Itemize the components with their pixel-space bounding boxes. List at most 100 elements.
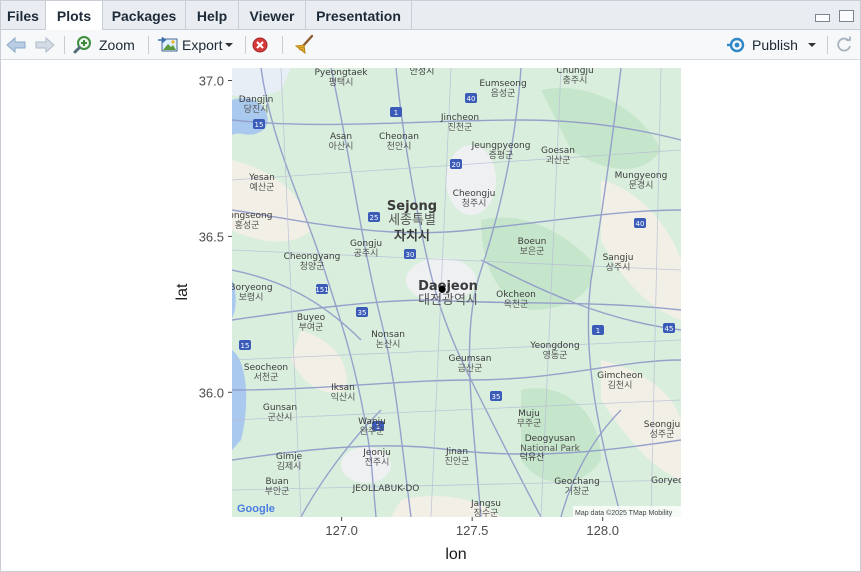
map-place-label: JEOLLABUK-DO (352, 484, 420, 494)
map-place-sublabel: 보령시 (239, 291, 264, 303)
magnifier-icon (73, 35, 91, 53)
pane-tab-bar: Files Plots Packages Help Viewer Present… (1, 1, 860, 30)
map-place-sublabel: 전주시 (365, 457, 390, 468)
road-shield-number: 20 (452, 161, 461, 169)
remove-plot-button[interactable] (252, 30, 268, 59)
road-shield-number: 40 (467, 95, 476, 103)
tab-files[interactable]: Files (1, 1, 46, 29)
tab-help[interactable]: Help (186, 1, 239, 29)
road-shield-number: 151 (315, 286, 328, 294)
map-place-sublabel: 부안군 (265, 486, 290, 497)
y-tick-label: 36.0 (199, 385, 224, 400)
map-place-sublabel: 진안군 (445, 456, 470, 467)
map-tiles: 15140253015135140451520351 Pyeongtaek평택시… (229, 66, 695, 517)
arrow-right-icon (35, 36, 55, 53)
refresh-icon (837, 36, 851, 51)
google-logo: Google (237, 503, 275, 515)
road-shield-number: 25 (370, 214, 379, 222)
map-place-sublabel: 홍성군 (235, 219, 260, 231)
plots-toolbar: Zoom Export Publish (1, 30, 860, 60)
road-shield-number: 15 (241, 342, 250, 350)
tab-viewer[interactable]: Viewer (239, 1, 306, 29)
road-shield-number: 45 (665, 325, 674, 333)
clear-all-plots-button[interactable] (292, 30, 314, 59)
map-place-sublabel: 천안시 (387, 141, 412, 152)
zoom-label: Zoom (99, 36, 135, 53)
tab-plots[interactable]: Plots (46, 1, 103, 30)
road-shield-number: 40 (636, 220, 645, 228)
map-place-label: Boeun (518, 237, 547, 247)
map-place-sublabel: 논산시 (376, 339, 401, 350)
x-axis-label: lon (445, 546, 466, 563)
map-place-sublabel: 옥천군 (504, 299, 529, 310)
map-place-label: Gunsan (263, 403, 297, 413)
map-place-label: 자치시 (394, 228, 430, 244)
map-place-label: Goesan (541, 146, 575, 156)
export-button[interactable]: Export (157, 30, 236, 59)
remove-plot-icon (252, 37, 268, 52)
map-place-label: Jeonju (362, 448, 391, 458)
tab-presentation[interactable]: Presentation (306, 1, 412, 29)
export-label: Export (182, 36, 223, 53)
road-shield-number: 15 (255, 121, 264, 129)
map-place-label: Geumsan (449, 354, 492, 364)
map-place-label: Asan (330, 132, 352, 142)
map-place-label: Dangjin (239, 95, 274, 105)
map-place-label: Daejeon (418, 279, 478, 294)
previous-plot-button[interactable] (5, 30, 27, 59)
map-place-sublabel: 성주군 (650, 429, 675, 440)
map-place-label: Seocheon (244, 363, 288, 373)
map-place-sublabel: 상주시 (606, 262, 631, 273)
map-place-sublabel: 김제시 (277, 460, 302, 472)
map-place-sublabel: 금산군 (458, 363, 483, 374)
map-place-label: Cheonan (379, 132, 419, 142)
tab-packages[interactable]: Packages (103, 1, 186, 29)
map-place-label: Iksan (331, 383, 355, 393)
road-shield-number: 35 (358, 309, 367, 317)
map-place-label: Cheongju (453, 189, 496, 199)
refresh-button[interactable] (835, 30, 853, 59)
map-place-label: Chungju (556, 66, 593, 76)
map-place-label: Gongju (350, 239, 382, 249)
map-place-label: Buyeo (297, 313, 326, 323)
map-place-sublabel: 증평군 (489, 150, 514, 161)
next-plot-button[interactable] (34, 30, 56, 59)
map-place-label: Buan (265, 477, 288, 487)
x-tick-label: 127.0 (325, 523, 358, 538)
map-place-label: Muju (518, 409, 540, 419)
map-place-sublabel: 공주시 (354, 248, 379, 259)
map-place-sublabel: 괴산군 (546, 155, 571, 166)
map-place-sublabel: 세종특별 (388, 213, 436, 228)
map-place-sublabel: 부여군 (299, 321, 324, 333)
road-shield-number: 35 (492, 393, 501, 401)
minimize-pane-button[interactable] (815, 14, 830, 22)
map-place-label: Wanju (358, 417, 386, 427)
publish-button[interactable]: Publish (726, 30, 818, 59)
road-shield-number: 1 (596, 327, 600, 335)
map-place-label: Pyeongtaek (314, 68, 368, 78)
map-place-sublabel: 음성군 (491, 88, 516, 99)
y-tick-label: 37.0 (199, 73, 224, 88)
data-point (438, 285, 446, 293)
map-place-label: Seongju (644, 420, 680, 430)
map-place-label: Cheongyang (284, 252, 341, 262)
map-place-label: Jinan (445, 447, 468, 457)
maximize-pane-button[interactable] (839, 10, 854, 22)
publish-label: Publish (752, 36, 798, 53)
map-place-label: Yeongdong (529, 341, 579, 351)
map-place-label: Sejong (387, 199, 437, 214)
map-place-label: Geochang (554, 477, 600, 487)
map-place-label: 안성시 (410, 66, 435, 77)
map-place-label: Goryeong (651, 476, 695, 486)
map-place-sublabel: 문경시 (629, 179, 654, 191)
map-place-sublabel: 무주군 (517, 418, 542, 429)
data-points (438, 285, 446, 293)
y-axis-label: lat (174, 283, 191, 300)
map-place-label: Boryeong (229, 283, 272, 293)
map-place-sublabel: 대전광역시 (418, 293, 478, 308)
zoom-button[interactable]: Zoom (73, 30, 135, 59)
map-place-label: Gimcheon (597, 371, 643, 381)
plot-area: 15 1 40 25 30 151 35 1 40 45 15 20 35 1 Pyeongtaek 평택시… (1, 60, 860, 571)
map-place-sublabel: 당진시 (244, 104, 269, 115)
chevron-down-icon (807, 42, 816, 47)
